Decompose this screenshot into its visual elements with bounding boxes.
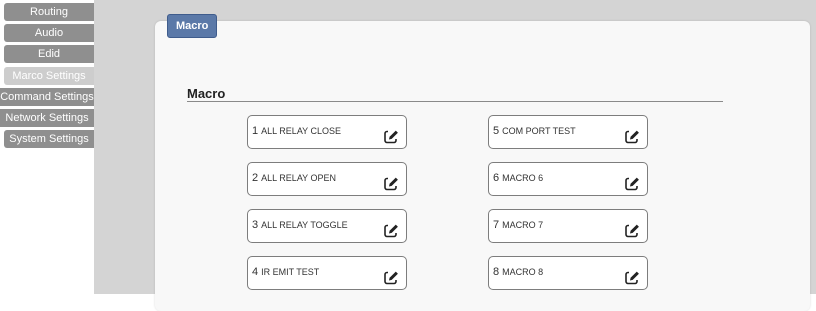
- edit-icon[interactable]: [384, 176, 399, 191]
- macro-label: 6 MACRO 6: [493, 172, 543, 184]
- macro-label: 2 ALL RELAY OPEN: [252, 172, 336, 184]
- macro-label: 5 COM PORT TEST: [493, 125, 576, 137]
- macro-name: MACRO 7: [502, 220, 544, 230]
- macro-label: 1 ALL RELAY CLOSE: [252, 125, 341, 137]
- macro-number: 4: [252, 266, 259, 278]
- sidebar-item-edid[interactable]: Edid: [4, 45, 94, 63]
- macro-number: 7: [493, 219, 500, 231]
- main-area: Macro Macro 1 ALL RELAY CLOSE 2 ALL RELAY O…: [94, 0, 816, 311]
- edit-icon[interactable]: [625, 129, 640, 144]
- macro-button-3[interactable]: 3 ALL RELAY TOGGLE: [247, 209, 407, 243]
- macro-name: ALL RELAY TOGGLE: [261, 220, 348, 230]
- sidebar-item-audio[interactable]: Audio: [4, 24, 94, 42]
- section-divider: [187, 101, 723, 102]
- macro-name: MACRO 8: [502, 267, 544, 277]
- macro-button-5[interactable]: 5 COM PORT TEST: [488, 115, 648, 149]
- macro-button-2[interactable]: 2 ALL RELAY OPEN: [247, 162, 407, 196]
- macro-button-4[interactable]: 4 IR EMIT TEST: [247, 256, 407, 290]
- sidebar-item-system-settings[interactable]: System Settings: [4, 130, 94, 148]
- edit-icon[interactable]: [625, 176, 640, 191]
- macro-button-6[interactable]: 6 MACRO 6: [488, 162, 648, 196]
- macro-number: 6: [493, 172, 500, 184]
- macro-number: 8: [493, 266, 500, 278]
- macro-name: MACRO 6: [502, 173, 544, 183]
- macro-name: ALL RELAY CLOSE: [261, 126, 341, 136]
- panel-tab-macro: Macro: [167, 14, 218, 38]
- macro-button-1[interactable]: 1 ALL RELAY CLOSE: [247, 115, 407, 149]
- sidebar: Routing Audio Edid Marco Settings Comman…: [0, 0, 94, 294]
- sidebar-item-network-settings[interactable]: Network Settings: [0, 109, 94, 127]
- macro-number: 1: [252, 125, 259, 137]
- macro-name: IR EMIT TEST: [261, 267, 320, 277]
- edit-icon[interactable]: [384, 270, 399, 285]
- macro-label: 8 MACRO 8: [493, 266, 543, 278]
- macro-label: 3 ALL RELAY TOGGLE: [252, 219, 348, 231]
- macro-name: COM PORT TEST: [502, 126, 576, 136]
- edit-icon[interactable]: [625, 270, 640, 285]
- macro-label: 7 MACRO 7: [493, 219, 543, 231]
- macro-label: 4 IR EMIT TEST: [252, 266, 319, 278]
- sidebar-item-command-settings[interactable]: Command Settings: [0, 88, 94, 106]
- macro-button-8[interactable]: 8 MACRO 8: [488, 256, 648, 290]
- macro-name: ALL RELAY OPEN: [261, 173, 336, 183]
- macro-number: 5: [493, 125, 500, 137]
- sidebar-item-routing[interactable]: Routing: [4, 3, 94, 21]
- macro-number: 3: [252, 219, 259, 231]
- macro-button-7[interactable]: 7 MACRO 7: [488, 209, 648, 243]
- section-title: Macro: [187, 86, 226, 101]
- macro-number: 2: [252, 172, 259, 184]
- edit-icon[interactable]: [625, 223, 640, 238]
- edit-icon[interactable]: [384, 223, 399, 238]
- sidebar-item-marco-settings[interactable]: Marco Settings: [4, 67, 94, 85]
- edit-icon[interactable]: [384, 129, 399, 144]
